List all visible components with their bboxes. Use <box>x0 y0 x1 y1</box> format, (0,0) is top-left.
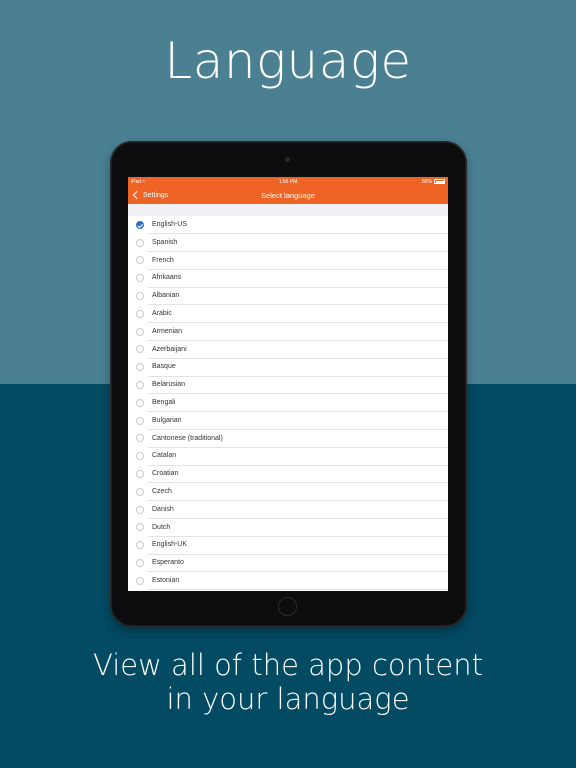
language-option[interactable]: Croatian <box>128 465 448 483</box>
radio-icon[interactable] <box>136 256 144 265</box>
page-title: Select language <box>261 190 315 200</box>
radio-icon[interactable] <box>136 309 144 318</box>
ipad-device: iPad ≈ 1:56 PM 86% Settings Select langu… <box>110 141 467 627</box>
navigation-bar: Settings Select language <box>128 186 448 204</box>
language-option[interactable]: Catalan <box>128 447 448 465</box>
radio-icon[interactable] <box>136 381 144 390</box>
language-option[interactable]: Czech <box>128 483 448 501</box>
language-option[interactable]: Danish <box>128 501 448 519</box>
language-option[interactable]: Dutch <box>128 519 448 537</box>
language-option-label: Afrikaans <box>152 274 182 282</box>
language-option-label: Armenian <box>152 327 182 335</box>
language-option-label: Estonian <box>152 576 180 584</box>
battery-icon <box>434 179 445 184</box>
language-option[interactable]: Armenian <box>128 323 448 341</box>
checked-radio-icon[interactable] <box>136 220 144 229</box>
language-option[interactable]: Estonian <box>128 572 448 590</box>
language-option-label: French <box>152 256 174 264</box>
language-option-label: Basque <box>152 363 176 371</box>
language-option[interactable]: English-UK <box>128 536 448 554</box>
language-option[interactable]: French <box>128 252 448 270</box>
camera-icon <box>285 157 290 162</box>
radio-icon[interactable] <box>136 416 144 425</box>
language-option[interactable]: Spanish <box>128 234 448 252</box>
language-option-label: Croatian <box>152 470 179 478</box>
radio-icon[interactable] <box>136 345 144 354</box>
promo-headline: Language <box>164 32 412 90</box>
radio-icon[interactable] <box>136 327 144 336</box>
language-option[interactable]: Bulgarian <box>128 412 448 430</box>
promo-caption: View all of the app content in your lang… <box>0 648 576 716</box>
language-option[interactable]: Arabic <box>128 305 448 323</box>
radio-icon[interactable] <box>136 238 144 247</box>
language-option[interactable]: Cantonese (traditional) <box>128 430 448 448</box>
language-option-label: Catalan <box>152 452 177 460</box>
language-option[interactable]: English-US <box>128 216 448 234</box>
radio-icon[interactable] <box>136 505 144 514</box>
radio-icon[interactable] <box>136 434 144 443</box>
radio-icon[interactable] <box>136 470 144 479</box>
caption-line-1: View all of the app content <box>93 648 483 682</box>
language-option[interactable]: Azerbaijani <box>128 341 448 359</box>
home-button[interactable] <box>278 597 297 616</box>
radio-icon[interactable] <box>136 452 144 461</box>
language-option-label: Bengali <box>152 398 176 406</box>
radio-icon[interactable] <box>136 576 144 585</box>
section-header-spacer <box>128 204 448 216</box>
language-option-label: Dutch <box>152 523 171 531</box>
radio-icon[interactable] <box>136 292 144 301</box>
radio-icon[interactable] <box>136 398 144 407</box>
language-option-label: English-US <box>152 221 188 228</box>
radio-icon[interactable] <box>136 487 144 496</box>
language-option-label: Belarusian <box>152 381 186 389</box>
language-option[interactable]: Belarusian <box>128 376 448 394</box>
radio-icon[interactable] <box>136 523 144 532</box>
status-battery-percent: 86% <box>421 178 432 185</box>
language-option[interactable]: Afrikaans <box>128 269 448 287</box>
language-option[interactable]: Esperanto <box>128 554 448 572</box>
language-option-label: Esperanto <box>152 559 184 567</box>
radio-icon[interactable] <box>136 559 144 568</box>
language-option-label: Spanish <box>152 238 178 246</box>
language-option-label: Danish <box>152 505 174 513</box>
language-list: English-US Spanish French Afrikaans Albanian… <box>128 216 448 590</box>
language-option[interactable]: Albanian <box>128 287 448 305</box>
caption-line-2: in your language <box>166 682 410 716</box>
language-option-label: Albanian <box>152 292 180 300</box>
status-time: 1:56 PM <box>278 178 298 185</box>
language-option-label: Arabic <box>152 309 172 317</box>
language-option-label: Azerbaijani <box>152 345 187 353</box>
radio-icon[interactable] <box>136 541 144 550</box>
radio-icon[interactable] <box>136 274 144 283</box>
language-option-label: Czech <box>152 487 172 495</box>
app-screen: iPad ≈ 1:56 PM 86% Settings Select langu… <box>128 177 448 591</box>
status-bar: iPad ≈ 1:56 PM 86% <box>128 177 448 186</box>
language-option-label: English-UK <box>152 541 188 549</box>
language-option[interactable]: Bengali <box>128 394 448 412</box>
language-option-label: Bulgarian <box>152 416 182 424</box>
language-option[interactable]: Basque <box>128 358 448 376</box>
radio-icon[interactable] <box>136 363 144 372</box>
language-option-label: Cantonese (traditional) <box>152 434 223 442</box>
